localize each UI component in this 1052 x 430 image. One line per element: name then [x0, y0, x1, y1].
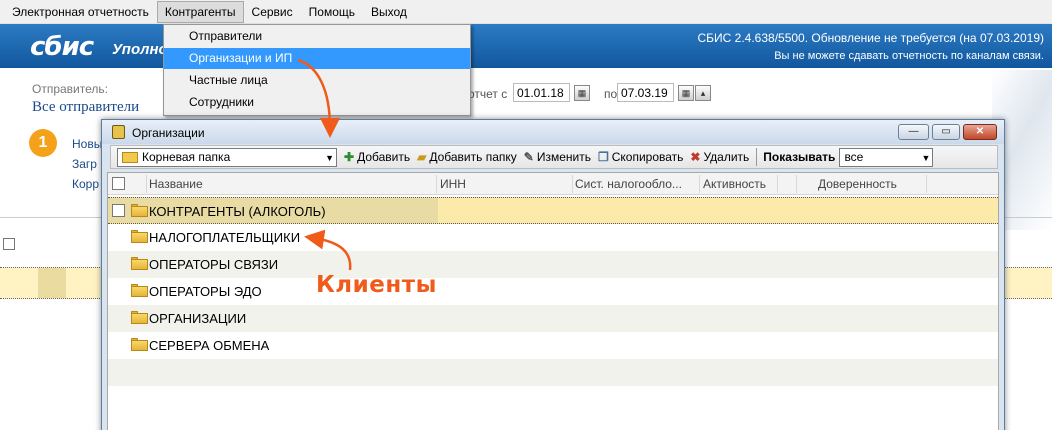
row-name: ОРГАНИЗАЦИИ: [149, 311, 247, 326]
folder-select[interactable]: Корневая папка ▼: [117, 147, 337, 167]
menu-electronic-reporting[interactable]: Электронная отчетность: [4, 1, 157, 23]
folder-icon: [131, 284, 148, 297]
add-folder-button[interactable]: ▰ Добавить папку: [417, 150, 517, 164]
link-load[interactable]: Загр: [72, 157, 97, 171]
app-window: сбис Уполно СБИС 2.4.638/5500. Обновлени…: [0, 0, 1052, 430]
column-name[interactable]: Название: [149, 177, 203, 191]
calendar-to-icon[interactable]: ▦: [678, 85, 694, 101]
menu-exit[interactable]: Выход: [363, 1, 415, 23]
folder-icon: [131, 204, 148, 217]
menu-item-senders[interactable]: Отправители: [164, 26, 470, 47]
version-status: СБИС 2.4.638/5500. Обновление не требует…: [697, 31, 1045, 45]
folder-plus-icon: ▰: [417, 150, 427, 164]
add-button[interactable]: ✚ Добавить: [344, 150, 410, 164]
table-row-empty: [108, 359, 998, 386]
row-name: КОНТРАГЕНТЫ (АЛКОГОЛЬ): [149, 204, 326, 219]
folder-icon: [131, 230, 148, 243]
link-correspondence[interactable]: Корр: [72, 177, 99, 191]
organizations-table: Название ИНН Сист. налогообло... Активно…: [107, 172, 999, 430]
column-separator: [796, 175, 797, 193]
table-row[interactable]: ОПЕРАТОРЫ СВЯЗИ: [108, 251, 998, 278]
column-separator: [699, 175, 700, 193]
menu-item-individuals[interactable]: Частные лица: [164, 70, 470, 91]
menu-item-employees[interactable]: Сотрудники: [164, 92, 470, 113]
table-row[interactable]: НАЛОГОПЛАТЕЛЬЩИКИ: [108, 224, 998, 251]
edit-button[interactable]: ✎ Изменить: [524, 150, 591, 164]
date-to-label: по: [604, 87, 618, 101]
counterparties-dropdown: Отправители Организации и ИП Частные лиц…: [163, 24, 471, 116]
row-name: НАЛОГОПЛАТЕЛЬЩИКИ: [149, 230, 301, 245]
channel-warning: Вы не можете сдавать отчетность по канал…: [774, 50, 1044, 62]
period-label: отчет с: [468, 87, 508, 101]
show-label: Показывать: [763, 150, 836, 164]
folder-icon: [131, 257, 148, 270]
column-separator: [436, 175, 437, 193]
select-all-checkbox[interactable]: [112, 177, 125, 190]
menu-service[interactable]: Сервис: [244, 1, 301, 23]
menu-bar: Электронная отчетность Контрагенты Серви…: [0, 0, 1052, 24]
table-header: Название ИНН Сист. налогообло... Активно…: [108, 173, 998, 195]
maximize-button[interactable]: ▭: [932, 124, 960, 140]
edit-label: Изменить: [536, 150, 591, 164]
copy-icon: ❐: [597, 150, 609, 164]
show-filter-select[interactable]: все ▼: [839, 147, 934, 167]
header-title: Уполно: [112, 41, 168, 58]
sender-label: Отправитель:: [32, 82, 108, 96]
step-badge: 1: [29, 129, 57, 157]
delete-button[interactable]: ✖ Удалить: [690, 150, 749, 164]
date-from-input[interactable]: 01.01.18: [513, 83, 570, 102]
copy-button[interactable]: ❐ Скопировать: [598, 150, 683, 164]
folder-icon: [131, 311, 148, 324]
copy-label: Скопировать: [611, 150, 684, 164]
chevron-down-icon: ▼: [325, 152, 334, 163]
dialog-titlebar[interactable]: Организации — ▭ ✕: [102, 120, 1004, 144]
sender-select[interactable]: Все отправители: [32, 99, 139, 116]
table-row[interactable]: КОНТРАГЕНТЫ (АЛКОГОЛЬ): [108, 197, 998, 224]
close-button[interactable]: ✕: [963, 124, 997, 140]
chevron-down-icon: ▼: [921, 152, 931, 163]
dialog-title: Организации: [132, 126, 205, 140]
column-separator: [926, 175, 927, 193]
folder-icon: [122, 151, 138, 163]
link-new[interactable]: Новы: [72, 137, 102, 151]
plus-icon: ✚: [344, 150, 355, 164]
folder-icon: [131, 338, 148, 351]
column-power-of-attorney[interactable]: Доверенность: [818, 177, 897, 191]
organizations-dialog: Организации — ▭ ✕ Корневая папка ▼ ✚ Доб…: [101, 119, 1005, 430]
table-row[interactable]: ОРГАНИЗАЦИИ: [108, 305, 998, 332]
row-name: СЕРВЕРА ОБМЕНА: [149, 338, 270, 353]
show-filter-value: все: [844, 149, 864, 164]
add-label: Добавить: [357, 150, 411, 164]
date-to-input[interactable]: 07.03.19: [617, 83, 674, 102]
table-row[interactable]: СЕРВЕРА ОБМЕНА: [108, 332, 998, 359]
calendar-from-icon[interactable]: ▦: [574, 85, 590, 101]
toolbar-separator: [756, 148, 758, 166]
menu-counterparties[interactable]: Контрагенты: [156, 0, 244, 23]
column-tax-system[interactable]: Сист. налогообло...: [575, 177, 682, 191]
folder-select-value: Корневая папка: [142, 149, 231, 164]
column-inn[interactable]: ИНН: [440, 177, 466, 191]
column-separator: [572, 175, 573, 193]
pencil-icon: ✎: [523, 150, 534, 164]
column-separator: [146, 175, 147, 193]
delete-label: Удалить: [703, 150, 750, 164]
column-separator: [777, 175, 778, 193]
column-activity[interactable]: Активность: [703, 177, 766, 191]
delete-icon: ✖: [690, 150, 701, 164]
sbis-logo: сбис: [30, 32, 94, 62]
collapse-icon[interactable]: ▴: [695, 85, 711, 101]
menu-help[interactable]: Помощь: [301, 1, 363, 23]
row-name: ОПЕРАТОРЫ СВЯЗИ: [149, 257, 279, 272]
menu-item-organizations[interactable]: Организации и ИП: [164, 48, 470, 69]
add-folder-label: Добавить папку: [429, 150, 517, 164]
row-checkbox[interactable]: [112, 204, 125, 217]
row-name: ОПЕРАТОРЫ ЭДО: [149, 284, 262, 299]
organizations-icon: [112, 125, 125, 139]
select-all-checkbox[interactable]: [3, 238, 15, 250]
table-row[interactable]: ОПЕРАТОРЫ ЭДО: [108, 278, 998, 305]
app-header: сбис Уполно СБИС 2.4.638/5500. Обновлени…: [0, 24, 1052, 68]
minimize-button[interactable]: —: [898, 124, 929, 140]
dialog-toolbar: Корневая папка ▼ ✚ Добавить ▰ Добавить п…: [110, 145, 998, 169]
annotation-label: Клиенты: [316, 272, 437, 298]
